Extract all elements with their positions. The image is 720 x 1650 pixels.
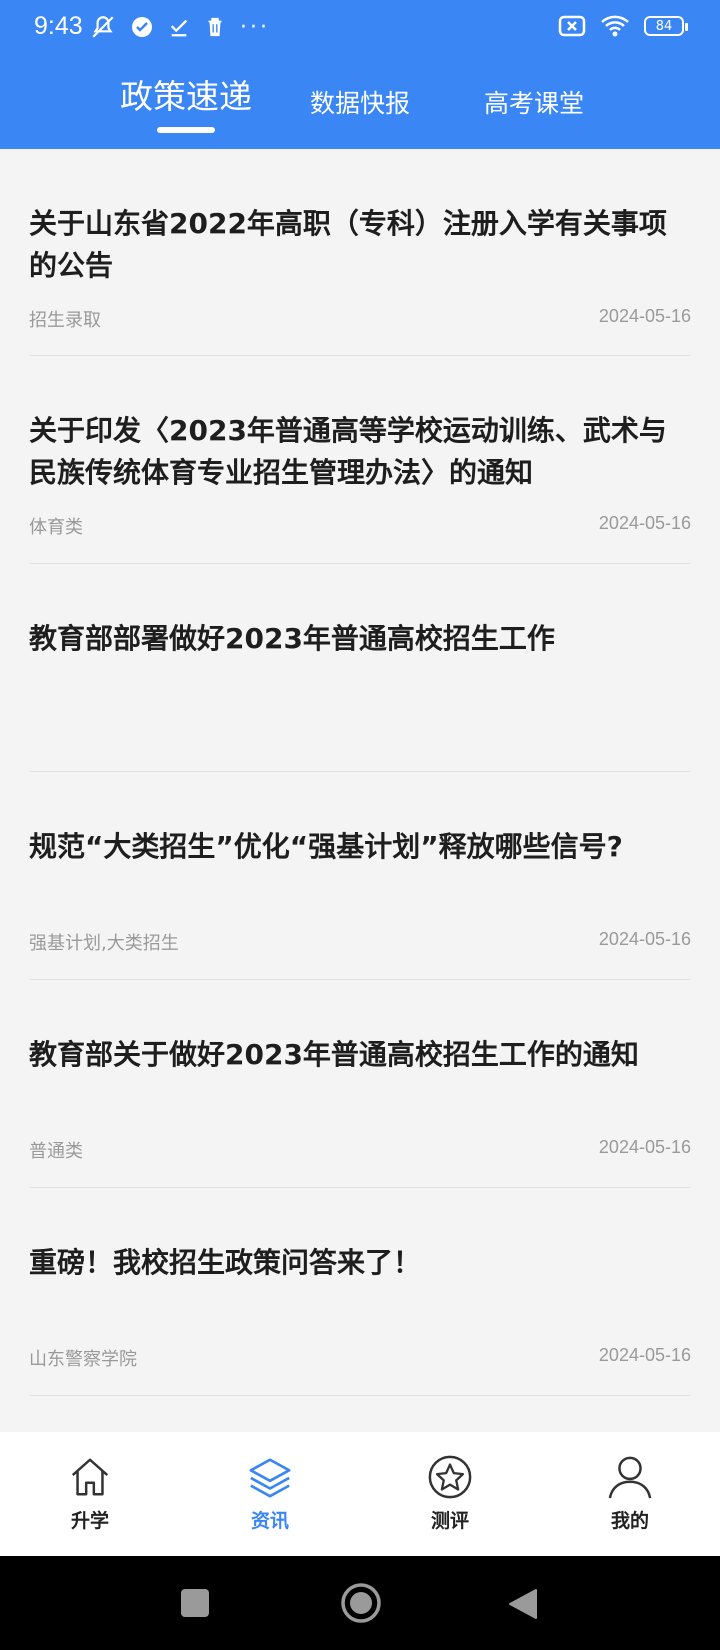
status-right-icons: 84	[558, 14, 688, 38]
article-tag: 普通类	[29, 1141, 83, 1162]
user-icon	[608, 1456, 652, 1499]
tab-data-report[interactable]: 数据快报	[300, 84, 420, 120]
download-done-icon	[170, 19, 188, 37]
list-item[interactable]: 教育部关于做好2023年普通高校招生工作的通知 普通类 2024-05-16	[29, 980, 691, 1188]
status-bar: 9:43 ··· 84	[0, 0, 720, 54]
list-item[interactable]: 规范“大类招生”优化“强基计划”释放哪些信号? 强基计划,大类招生 2024-0…	[29, 772, 691, 980]
article-title: 教育部部署做好2023年普通高校招生工作	[29, 622, 555, 655]
nav-label: 资讯	[250, 1510, 289, 1532]
check-circle-icon	[132, 17, 152, 37]
status-time: 9:43	[34, 12, 83, 40]
home-button-icon[interactable]	[340, 1582, 382, 1624]
battery-indicator: 84	[644, 16, 688, 36]
list-item[interactable]: 教育部部署做好2023年普通高校招生工作	[29, 564, 691, 772]
article-title: 关于印发〈2023年普通高等学校运动训练、武术与民族传统体育专业招生管理办法〉的…	[29, 414, 667, 489]
status-more-dots: ···	[240, 14, 270, 40]
article-date: 2024-05-16	[598, 929, 691, 949]
star-circle-icon	[428, 1455, 472, 1499]
home-icon	[71, 1458, 109, 1496]
wifi-icon	[601, 15, 629, 37]
layers-icon	[249, 1458, 291, 1498]
active-tab-indicator	[157, 127, 215, 133]
tab-bar: 政策速递 数据快报 高考课堂	[0, 70, 720, 140]
mute-icon	[92, 16, 114, 38]
nav-label: 测评	[430, 1510, 469, 1532]
trash-icon	[208, 17, 222, 37]
article-tag: 体育类	[29, 517, 83, 538]
article-tag: 招生录取	[29, 310, 101, 331]
nav-item-study[interactable]: 升学	[30, 1454, 150, 1533]
nav-label: 升学	[70, 1510, 109, 1532]
nav-label: 我的	[610, 1510, 649, 1532]
no-sim-icon	[558, 15, 586, 37]
article-tag: 山东警察学院	[29, 1349, 137, 1370]
article-title: 重磅！我校招生政策问答来了！	[29, 1246, 422, 1279]
article-date: 2024-05-16	[598, 1137, 691, 1157]
list-item[interactable]: 关于山东省2022年高职（专科）注册入学有关事项的公告 招生录取 2024-05…	[29, 149, 691, 356]
status-left-icons: ···	[90, 14, 270, 40]
tab-policy[interactable]: 政策速递	[106, 70, 266, 118]
article-title: 关于山东省2022年高职（专科）注册入学有关事项的公告	[29, 207, 667, 282]
article-date: 2024-05-16	[598, 1345, 691, 1365]
article-title: 教育部关于做好2023年普通高校招生工作的通知	[29, 1038, 639, 1071]
list-item[interactable]: 关于印发〈2023年普通高等学校运动训练、武术与民族传统体育专业招生管理办法〉的…	[29, 356, 691, 564]
article-title: 规范“大类招生”优化“强基计划”释放哪些信号?	[29, 830, 623, 863]
header: 9:43 ··· 84 政策速递 数据快报 高考课堂	[0, 0, 720, 149]
system-nav-bar	[0, 1556, 720, 1650]
article-date: 2024-05-16	[598, 513, 691, 533]
tab-exam-class[interactable]: 高考课堂	[474, 84, 594, 120]
article-tag: 强基计划,大类招生	[29, 933, 179, 954]
recents-button-icon[interactable]	[180, 1588, 210, 1618]
nav-item-assessment[interactable]: 测评	[390, 1454, 510, 1533]
back-button-icon[interactable]	[508, 1588, 538, 1620]
nav-item-mine[interactable]: 我的	[570, 1454, 690, 1533]
article-date: 2024-05-16	[598, 306, 691, 326]
nav-item-news[interactable]: 资讯	[210, 1454, 330, 1533]
list-item[interactable]: 重磅！我校招生政策问答来了！ 山东警察学院 2024-05-16	[29, 1188, 691, 1396]
bottom-nav: 升学 资讯 测评 我的	[0, 1432, 720, 1556]
